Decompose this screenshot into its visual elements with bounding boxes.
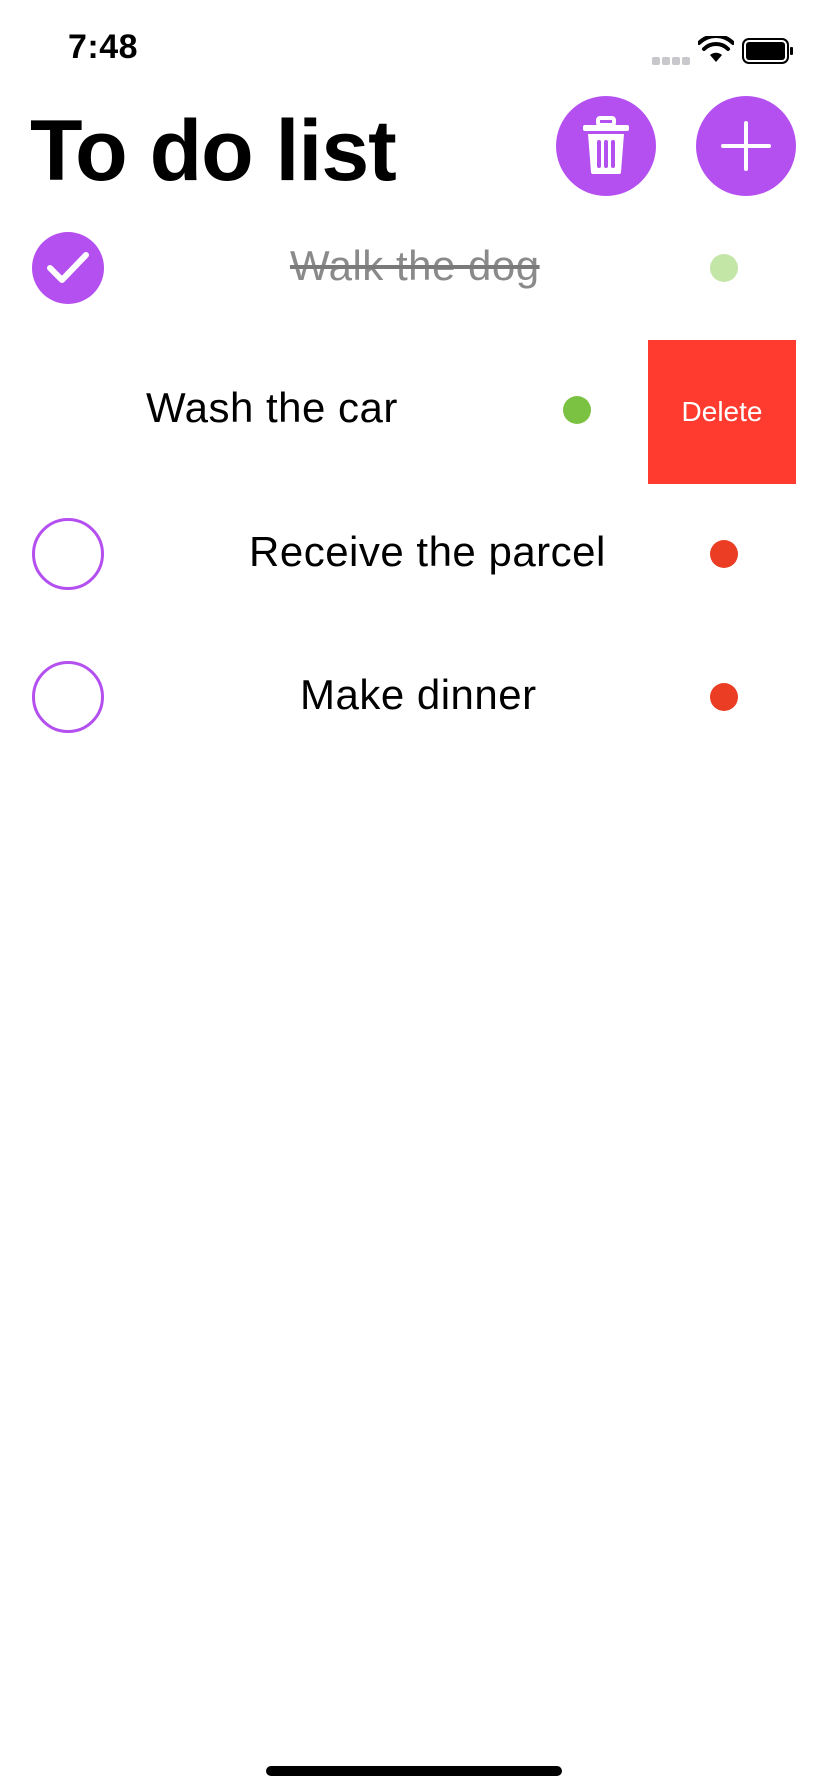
plus-icon bbox=[721, 121, 771, 171]
incomplete-checkbox[interactable] bbox=[32, 518, 104, 590]
add-task-button[interactable] bbox=[696, 96, 796, 196]
list-item[interactable]: Receive the parcel bbox=[0, 486, 828, 626]
list-item[interactable]: Walk the dog bbox=[0, 200, 828, 340]
task-label: Wash the car bbox=[146, 384, 398, 431]
swipe-delete-button[interactable]: Delete bbox=[648, 340, 796, 484]
page-title: To do list bbox=[30, 103, 397, 199]
task-label: Make dinner bbox=[300, 671, 537, 718]
priority-dot bbox=[710, 683, 738, 711]
incomplete-checkbox[interactable] bbox=[32, 661, 104, 733]
checkmark-icon bbox=[47, 252, 89, 283]
wifi-icon bbox=[698, 36, 734, 62]
priority-dot bbox=[710, 254, 738, 282]
status-time: 7:48 bbox=[68, 28, 139, 66]
priority-dot bbox=[710, 540, 738, 568]
status-bar: 7:48 bbox=[0, 0, 828, 100]
list-item[interactable]: Make dinner bbox=[0, 629, 828, 769]
task-label: Receive the parcel bbox=[249, 528, 606, 575]
home-indicator[interactable] bbox=[266, 1766, 562, 1776]
delete-all-button[interactable] bbox=[556, 96, 656, 196]
battery-icon bbox=[742, 38, 793, 64]
cellular-signal-icon bbox=[652, 52, 692, 65]
completed-checkbox[interactable] bbox=[32, 232, 104, 304]
trash-icon bbox=[583, 116, 629, 174]
task-label: Walk the dog bbox=[290, 242, 540, 289]
priority-dot bbox=[563, 396, 591, 424]
